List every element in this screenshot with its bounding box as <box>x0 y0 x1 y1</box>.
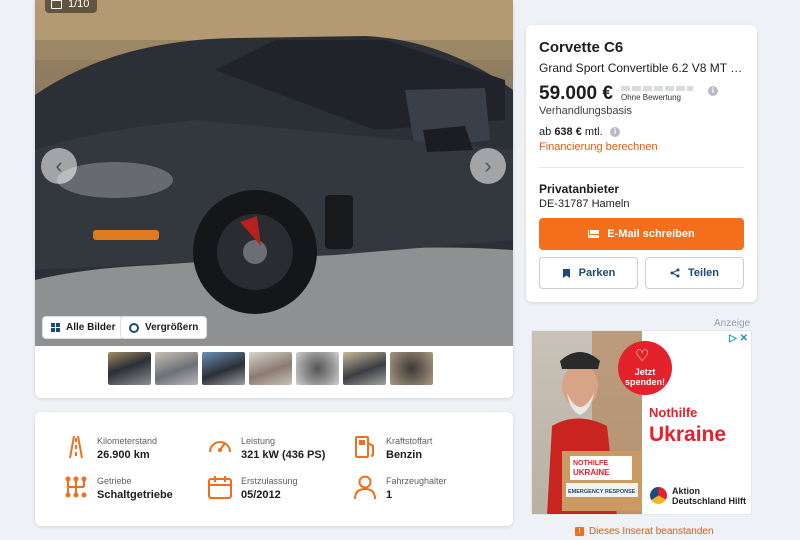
next-image-button[interactable]: › <box>470 148 506 184</box>
thumbnail[interactable] <box>390 352 433 385</box>
negotiable-label: Verhandlungsbasis <box>539 105 632 117</box>
price-row: 59.000 € Ohne Bewertung <box>539 83 693 105</box>
attribute-registration: Erstzulassung 05/2012 <box>207 474 347 508</box>
advertisement[interactable]: NOTHILFE UKRAINE EMERGENCY RESPONSE ▷ ✕ … <box>531 330 752 515</box>
price-rating: Ohne Bewertung <box>620 86 693 102</box>
chevron-right-icon: › <box>484 153 492 178</box>
info-icon[interactable]: i <box>708 86 718 96</box>
listing-summary-card: Corvette C6 Grand Sport Convertible 6.2 … <box>526 25 757 302</box>
share-button[interactable]: Teilen <box>645 257 744 289</box>
magnifier-icon <box>129 322 139 333</box>
finance-link[interactable]: Financierung berechnen <box>539 141 658 153</box>
info-icon[interactable]: i <box>610 127 620 137</box>
seller-location: DE-31787 Hameln <box>539 198 630 210</box>
share-icon <box>670 268 680 278</box>
attribute-transmission: Getriebe Schaltgetriebe <box>63 474 203 508</box>
attribute-power: Leistung 321 kW (436 PS) <box>207 434 347 468</box>
warning-icon: ! <box>575 527 584 536</box>
image-counter: 1/10 <box>45 0 98 13</box>
road-icon <box>69 435 83 459</box>
park-button[interactable]: Parken <box>539 257 638 289</box>
calendar-icon <box>208 476 232 499</box>
main-photo[interactable]: 1/10 ‹ › Alle Bilder Vergrößern <box>35 0 513 346</box>
thumbnail[interactable] <box>296 352 339 385</box>
monthly-rate: ab 638 € mtl. <box>539 126 603 138</box>
attribute-fuel: Kraftstoffart Benzin <box>352 434 492 468</box>
attribute-owners: Fahrzeughalter 1 <box>352 474 492 508</box>
grid-icon <box>51 323 60 332</box>
speedometer-icon <box>209 441 231 453</box>
thumbnail[interactable] <box>343 352 386 385</box>
thumbnail[interactable] <box>249 352 292 385</box>
ad-choices-icon[interactable]: ▷ ✕ <box>729 333 748 344</box>
thumbnail-strip <box>106 350 433 387</box>
svg-text:UKRAINE: UKRAINE <box>573 468 610 477</box>
ad-headline-large: Ukraine <box>649 423 727 446</box>
image-icon <box>51 0 62 9</box>
person-icon <box>354 475 376 500</box>
thumbnail[interactable] <box>155 352 198 385</box>
envelope-icon <box>588 230 600 238</box>
ad-sponsor: Aktion Deutschland Hilft <box>672 486 747 506</box>
seller-type: Privatanbieter <box>539 182 620 196</box>
thumbnail[interactable] <box>202 352 245 385</box>
fuel-pump-icon <box>355 436 374 458</box>
thumbnail[interactable] <box>106 350 153 387</box>
svg-text:NOTHILFE: NOTHILFE <box>573 460 608 467</box>
car-photo-illustration <box>35 0 513 346</box>
attribute-mileage: Kilometerstand 26.900 km <box>63 434 203 468</box>
bookmark-icon <box>562 268 570 278</box>
gearshift-icon <box>65 476 87 498</box>
image-gallery: 1/10 ‹ › Alle Bilder Vergrößern <box>35 0 513 398</box>
vehicle-attributes: Kilometerstand 26.900 km Leistung 321 kW… <box>35 412 513 526</box>
ad-headline: Nothilfe <box>649 405 698 420</box>
divider <box>539 167 744 168</box>
heart-icon: ♡ <box>635 348 650 365</box>
listing-subtitle: Grand Sport Convertible 6.2 V8 MT 1S… <box>539 61 744 75</box>
ad-label: Anzeige <box>714 318 751 329</box>
price: 59.000 € <box>539 83 613 104</box>
all-images-button[interactable]: Alle Bilder <box>42 316 125 339</box>
previous-image-button[interactable]: ‹ <box>41 148 77 184</box>
email-button[interactable]: E-Mail schreiben <box>539 218 744 250</box>
zoom-button[interactable]: Vergrößern <box>120 316 208 339</box>
svg-text:EMERGENCY RESPONSE: EMERGENCY RESPONSE <box>568 489 636 495</box>
aktion-logo-icon <box>650 487 667 504</box>
listing-title: Corvette C6 <box>539 39 624 56</box>
chevron-left-icon: ‹ <box>55 153 63 178</box>
report-listing-link[interactable]: ! Dieses Inserat beanstanden <box>575 526 714 537</box>
rating-scale <box>620 86 693 91</box>
